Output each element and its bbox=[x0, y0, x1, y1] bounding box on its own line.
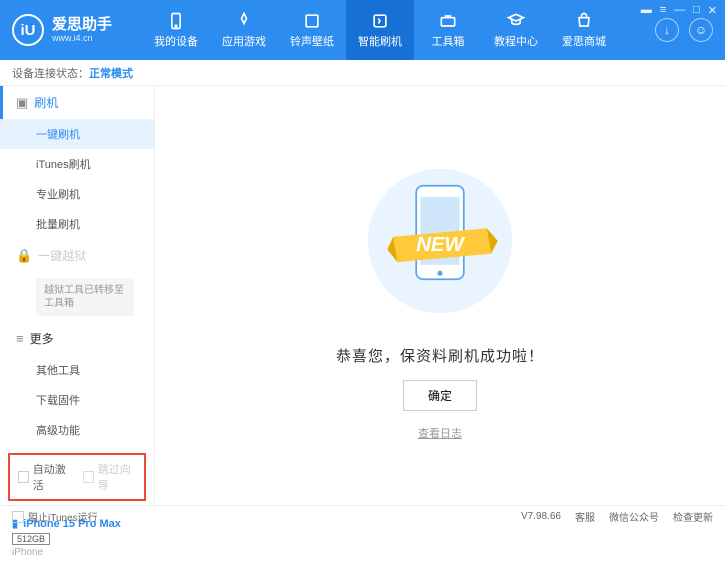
checkbox-icon bbox=[18, 471, 29, 483]
status-label: 设备连接状态： bbox=[12, 65, 89, 81]
check-update-link[interactable]: 检查更新 bbox=[673, 509, 713, 524]
main-content: NEW 恭喜您，保资料刷机成功啦！ 确定 查看日志 bbox=[155, 86, 725, 505]
nav-label: 铃声壁纸 bbox=[290, 33, 334, 49]
sidebar: ▣ 刷机 一键刷机 iTunes刷机 专业刷机 批量刷机 🔒 一键越狱 越狱工具… bbox=[0, 86, 155, 505]
sidebar-item-onekey-flash[interactable]: 一键刷机 bbox=[0, 119, 154, 149]
success-illustration: NEW bbox=[355, 151, 525, 331]
section-title: 更多 bbox=[30, 330, 54, 347]
flash-section-icon: ▣ bbox=[16, 95, 28, 111]
wechat-link[interactable]: 微信公众号 bbox=[609, 509, 659, 524]
block-itunes-checkbox[interactable]: 阻止iTunes运行 bbox=[12, 509, 98, 524]
checkbox-label: 阻止iTunes运行 bbox=[28, 509, 98, 524]
app-header: iU 爱思助手 www.i4.cn 我的设备 应用游戏 铃声壁纸 智能刷机 工具… bbox=[0, 0, 725, 60]
flash-icon bbox=[370, 11, 390, 31]
checkbox-label: 自动激活 bbox=[33, 461, 71, 493]
logo-area: iU 爱思助手 www.i4.cn bbox=[12, 14, 142, 46]
status-mode: 正常模式 bbox=[89, 65, 133, 81]
nav-label: 爱思商城 bbox=[562, 33, 606, 49]
sidebar-section-jailbreak: 🔒 一键越狱 bbox=[0, 239, 154, 272]
ok-button[interactable]: 确定 bbox=[403, 380, 477, 411]
nav-my-device[interactable]: 我的设备 bbox=[142, 0, 210, 60]
sidebar-item-other-tools[interactable]: 其他工具 bbox=[0, 355, 154, 385]
logo-icon: iU bbox=[12, 14, 44, 46]
user-icon[interactable]: ☺ bbox=[689, 18, 713, 42]
sidebar-item-advanced[interactable]: 高级功能 bbox=[0, 415, 154, 445]
download-icon[interactable]: ↓ bbox=[655, 18, 679, 42]
checkbox-label: 跳过向导 bbox=[98, 461, 136, 493]
nav-label: 智能刷机 bbox=[358, 33, 402, 49]
support-link[interactable]: 客服 bbox=[575, 509, 595, 524]
nav-label: 我的设备 bbox=[154, 33, 198, 49]
sidebar-item-download-firmware[interactable]: 下载固件 bbox=[0, 385, 154, 415]
menu-icon[interactable]: ≡ bbox=[660, 4, 666, 17]
main-nav: 我的设备 应用游戏 铃声壁纸 智能刷机 工具箱 教程中心 爱思商城 bbox=[142, 0, 618, 60]
maximize-icon[interactable]: □ bbox=[693, 4, 700, 17]
header-actions: ↓ ☺ bbox=[655, 18, 713, 42]
jailbreak-notice: 越狱工具已转移至工具箱 bbox=[36, 278, 134, 316]
nav-store[interactable]: 爱思商城 bbox=[550, 0, 618, 60]
nav-label: 应用游戏 bbox=[222, 33, 266, 49]
status-bar: 设备连接状态： 正常模式 bbox=[0, 60, 725, 86]
sidebar-section-flash[interactable]: ▣ 刷机 bbox=[0, 86, 154, 119]
nav-label: 教程中心 bbox=[494, 33, 538, 49]
cart-icon[interactable]: ▬ bbox=[641, 4, 652, 17]
checkbox-icon bbox=[12, 511, 24, 523]
nav-apps[interactable]: 应用游戏 bbox=[210, 0, 278, 60]
auto-activate-checkbox[interactable]: 自动激活 bbox=[18, 461, 71, 493]
success-message: 恭喜您，保资料刷机成功啦！ bbox=[336, 345, 544, 366]
nav-label: 工具箱 bbox=[432, 33, 465, 49]
app-subtitle: www.i4.cn bbox=[52, 33, 112, 43]
sidebar-item-itunes-flash[interactable]: iTunes刷机 bbox=[0, 149, 154, 179]
apps-icon bbox=[234, 11, 254, 31]
sidebar-item-batch-flash[interactable]: 批量刷机 bbox=[0, 209, 154, 239]
checkbox-icon bbox=[83, 471, 94, 483]
wallpaper-icon bbox=[302, 11, 322, 31]
store-icon bbox=[574, 11, 594, 31]
sidebar-item-pro-flash[interactable]: 专业刷机 bbox=[0, 179, 154, 209]
sidebar-section-more[interactable]: ≡ 更多 bbox=[0, 322, 154, 355]
nav-tutorial[interactable]: 教程中心 bbox=[482, 0, 550, 60]
svg-text:NEW: NEW bbox=[416, 234, 465, 256]
more-section-icon: ≡ bbox=[16, 331, 24, 346]
phone-icon bbox=[166, 11, 186, 31]
view-log-link[interactable]: 查看日志 bbox=[418, 425, 462, 441]
section-title: 一键越狱 bbox=[38, 247, 86, 264]
lock-icon: 🔒 bbox=[16, 248, 32, 264]
minimize-icon[interactable]: — bbox=[674, 4, 685, 17]
options-highlight-box: 自动激活 跳过向导 bbox=[8, 453, 146, 501]
toolbox-icon bbox=[438, 11, 458, 31]
nav-ringtone[interactable]: 铃声壁纸 bbox=[278, 0, 346, 60]
tutorial-icon bbox=[506, 11, 526, 31]
app-title: 爱思助手 bbox=[52, 17, 112, 34]
skip-guide-checkbox[interactable]: 跳过向导 bbox=[83, 461, 136, 493]
version-label: V7.98.66 bbox=[521, 511, 561, 522]
close-icon[interactable]: ✕ bbox=[708, 4, 717, 17]
storage-badge: 512GB bbox=[12, 533, 50, 545]
nav-flash[interactable]: 智能刷机 bbox=[346, 0, 414, 60]
device-type: iPhone bbox=[12, 547, 142, 558]
nav-toolbox[interactable]: 工具箱 bbox=[414, 0, 482, 60]
section-title: 刷机 bbox=[34, 94, 58, 111]
window-controls: ▬ ≡ — □ ✕ bbox=[641, 4, 717, 17]
